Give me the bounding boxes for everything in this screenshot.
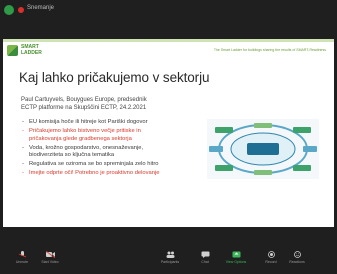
- bullet-item: Regulativa se oziroma se bo spreminjala …: [21, 161, 161, 169]
- bullet-item: EU komisija hoče ili hitreje kot Pariški…: [21, 119, 161, 127]
- speaker-line-2: ECTP platforme na Skupščini ECTP, 24.2.2…: [21, 105, 147, 111]
- record-icon: [267, 251, 275, 258]
- participants-icon: [166, 251, 174, 258]
- bullet-item: Pričakujemo lahko bistveno večje pritisk…: [21, 128, 161, 143]
- bullet-item: Imejte odprte oči! Potrebno je proaktivn…: [21, 170, 161, 178]
- bullet-list: EU komisija hoče ili hitreje kot Pariški…: [21, 119, 161, 179]
- video-icon: [45, 251, 55, 258]
- shared-slide: SMART LADDER The Smart Ladder for buildi…: [3, 39, 334, 227]
- meeting-controls: Unmute Start Video Participants Chat Vie…: [0, 248, 337, 274]
- bullet-item: Voda, krožno gospodarstvo, onesnaževanje…: [21, 145, 161, 160]
- logo-line-2: LADDER: [21, 50, 42, 56]
- view-options-button[interactable]: View Options: [218, 251, 254, 264]
- share-icon: [232, 251, 240, 258]
- slide-title: Kaj lahko pričakujemo v sektorju: [19, 70, 210, 85]
- circular-diagram: [207, 119, 319, 179]
- reactions-button[interactable]: Reactions: [279, 251, 315, 264]
- slide-header-strip: [3, 39, 334, 42]
- mic-icon: [18, 251, 26, 258]
- smart-ladder-logo: SMART LADDER: [7, 43, 59, 59]
- speaker-info: Paul Cartuyvels, Bouygues Europe, predse…: [21, 96, 171, 112]
- reactions-icon: [293, 251, 301, 258]
- top-bar: Snemanje: [0, 0, 337, 22]
- ladder-icon: [7, 45, 18, 56]
- record-icon: [18, 7, 24, 13]
- slide-tagline: The Smart Ladder for buildings sharing t…: [213, 48, 326, 52]
- speaker-line-1: Paul Cartuyvels, Bouygues Europe, predse…: [21, 97, 147, 103]
- recording-label: Snemanje: [27, 5, 55, 11]
- shield-icon[interactable]: [4, 5, 14, 15]
- chat-icon: [201, 251, 209, 258]
- participants-button[interactable]: Participants: [152, 251, 188, 264]
- start-video-button[interactable]: Start Video: [32, 251, 68, 264]
